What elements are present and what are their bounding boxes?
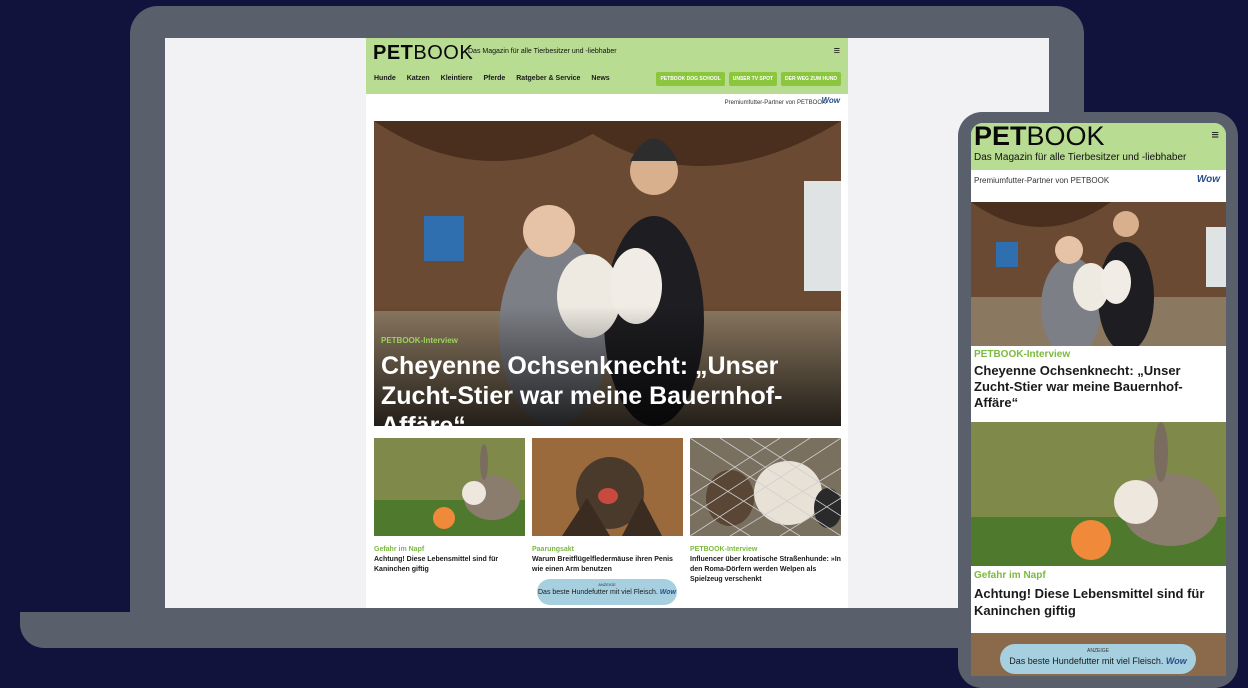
hero-kicker: PETBOOK-Interview (381, 336, 458, 345)
petbook-desktop-site: PETBOOK Das Magazin für alle Tierbesitze… (366, 38, 848, 608)
wow-ad-logo: Wow (1165, 656, 1187, 666)
dogs-thumbnail (689, 437, 842, 537)
card-title[interactable]: Warum Breitflügelfledermäuse ihren Penis… (532, 555, 683, 575)
petbook-logo[interactable]: PETBOOK (373, 42, 473, 65)
ad-banner[interactable]: ANZEIGE Das beste Hundefutter mit viel F… (1000, 644, 1196, 674)
article-card-bat[interactable]: Paarungsakt Warum Breitflügelfledermäuse… (532, 438, 683, 575)
nav-item-hunde[interactable]: Hunde (374, 75, 396, 82)
weg-zum-hund-button[interactable]: DER WEG ZUM HUND (781, 72, 841, 86)
card-kicker: PETBOOK-Interview (690, 546, 758, 553)
site-tagline: Das Magazin für alle Tierbesitzer und -l… (974, 152, 1187, 163)
card-title[interactable]: Influencer über kroatische Straßenhunde:… (690, 555, 841, 585)
ad-text: Das beste Hundefutter mit viel Fleisch. … (1009, 656, 1187, 666)
dog-school-button[interactable]: PETBOOK DOG SCHOOL (656, 72, 725, 86)
card-kicker: Paarungsakt (532, 546, 575, 553)
article-card-rabbit[interactable]: Gefahr im Napf Achtung! Diese Lebensmitt… (374, 438, 525, 575)
card-kicker: Gefahr im Napf (374, 546, 425, 553)
wow-ad-logo: Wow (659, 589, 676, 596)
wow-partner-logo[interactable]: Wow (821, 96, 840, 105)
ad-banner[interactable]: ANZEIGE Das beste Hundefutter mit viel F… (537, 579, 677, 605)
tv-spot-button[interactable]: UNSER TV SPOT (728, 72, 778, 86)
partner-text: Premiumfutter-Partner von PETBOOK (974, 176, 1110, 185)
mobile-header: PETBOOK Das Magazin für alle Tierbesitze… (971, 123, 1226, 170)
hero-headline[interactable]: Cheyenne Ochsenknecht: „Unser Zucht-Stie… (974, 363, 1222, 411)
nav-buttons: PETBOOK DOG SCHOOL UNSER TV SPOT DER WEG… (656, 72, 841, 86)
main-nav: Hunde Katzen Kleintiere Pferde Ratgeber … (374, 75, 619, 82)
hero-photo[interactable] (971, 202, 1226, 346)
card-title[interactable]: Achtung! Diese Lebensmittel sind für Kan… (374, 555, 525, 575)
card-title[interactable]: Achtung! Diese Lebensmittel sind für Kan… (974, 585, 1222, 619)
petbook-mobile-site: PETBOOK Das Magazin für alle Tierbesitze… (971, 123, 1226, 676)
card-kicker: Gefahr im Napf (974, 570, 1046, 581)
bat-thumbnail (532, 438, 683, 536)
site-header: PETBOOK Das Magazin für alle Tierbesitze… (366, 38, 848, 94)
ad-text: Das beste Hundefutter mit viel Fleisch. … (538, 589, 676, 596)
hamburger-menu-icon[interactable]: ≡ (834, 45, 840, 57)
article-card-dogs[interactable]: PETBOOK-Interview Influencer über kroati… (689, 437, 842, 585)
site-tagline: Das Magazin für alle Tierbesitzer und -l… (468, 48, 617, 55)
petbook-logo[interactable]: PETBOOK (974, 123, 1105, 152)
ad-label: ANZEIGE (598, 582, 616, 587)
hamburger-menu-icon[interactable]: ≡ (1211, 127, 1219, 142)
hero-kicker: PETBOOK-Interview (974, 349, 1071, 360)
nav-item-pferde[interactable]: Pferde (484, 75, 506, 82)
partner-text: Premiumfutter-Partner von PETBOOK (724, 100, 826, 106)
hero-headline[interactable]: Cheyenne Ochsenknecht: „Unser Zucht-Stie… (381, 351, 821, 426)
ad-label: ANZEIGE (1087, 648, 1109, 654)
wow-partner-logo[interactable]: Wow (1197, 174, 1220, 185)
nav-item-katzen[interactable]: Katzen (407, 75, 430, 82)
nav-item-kleintiere[interactable]: Kleintiere (441, 75, 473, 82)
hero-article[interactable]: PETBOOK-Interview Cheyenne Ochsenknecht:… (374, 121, 841, 426)
nav-item-news[interactable]: News (591, 75, 609, 82)
rabbit-thumbnail (374, 438, 525, 536)
nav-item-ratgeber[interactable]: Ratgeber & Service (516, 75, 580, 82)
laptop-screen: PETBOOK Das Magazin für alle Tierbesitze… (165, 38, 1049, 608)
rabbit-photo[interactable] (971, 422, 1226, 566)
